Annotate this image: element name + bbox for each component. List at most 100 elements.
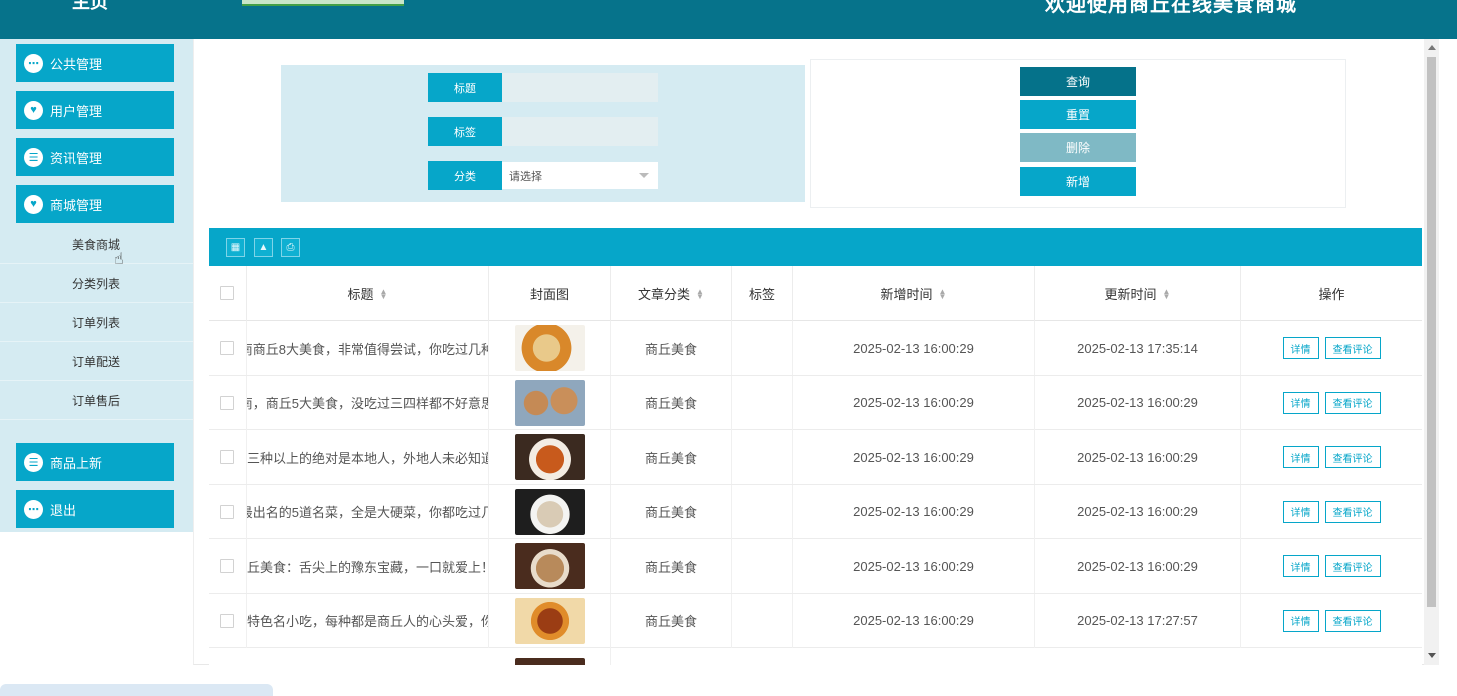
updated-cell: 2025-02-13 17:27:57: [1035, 593, 1241, 648]
header-tag: 标签: [732, 266, 793, 321]
menu-logout[interactable]: ⋯ 退出: [16, 490, 174, 528]
select-all-checkbox[interactable]: [220, 286, 234, 300]
select-cell: [209, 321, 247, 375]
menu-label: 退出: [50, 502, 77, 518]
category-placeholder: 请选择: [509, 170, 542, 183]
title-input[interactable]: [502, 73, 658, 102]
submenu-category-list[interactable]: 分类列表: [0, 265, 193, 303]
header-created[interactable]: 新增时间 ▲ ▼: [793, 266, 1035, 321]
cover-cell: [489, 539, 611, 593]
tag-cell: [732, 321, 793, 375]
tag-label: 标签: [428, 117, 502, 146]
row-checkbox[interactable]: [220, 450, 234, 464]
cover-image: [514, 543, 585, 589]
ops-cell: 详情 查看评论: [1241, 430, 1422, 484]
menu-new-products[interactable]: ☰ 商品上新: [16, 443, 174, 481]
row-checkbox[interactable]: [220, 613, 234, 628]
header-category[interactable]: 文章分类 ▲ ▼: [611, 266, 732, 321]
menu-news-management[interactable]: ☰ 资讯管理: [16, 138, 174, 176]
updated-cell: 2025-02-13 16:00:29: [1035, 484, 1241, 539]
menu-user-management[interactable]: ♥ 用户管理: [16, 91, 174, 129]
created-cell: 2025-02-13 16:00:29: [793, 375, 1035, 430]
detail-button[interactable]: 详情: [1282, 337, 1319, 359]
category-cell: 商丘美食: [611, 430, 732, 484]
heart-icon: ♥: [24, 194, 43, 214]
select-cell: [209, 539, 247, 593]
article-title[interactable]: 河南商丘8大美食，非常值得尝试，你吃过几种: [247, 339, 488, 358]
row-checkbox[interactable]: [220, 504, 234, 519]
article-title[interactable]: 商丘最出名的5道名菜，全是大硬菜，你都吃过几: [247, 502, 488, 521]
category-cell: 商丘美食: [611, 321, 732, 375]
chat-bubble-icon: ⋯: [24, 53, 43, 73]
menu-label: 商城管理: [50, 197, 103, 213]
menu-mall-management[interactable]: ♥ 商城管理: [16, 185, 174, 223]
cover-image: [514, 325, 585, 371]
export-icon[interactable]: ▲: [254, 238, 273, 257]
chat-bubble-icon: ⋯: [24, 499, 43, 519]
cover-cell: [489, 484, 611, 539]
home-link[interactable]: 主页: [72, 0, 108, 14]
row-checkbox[interactable]: [220, 559, 234, 573]
delete-button[interactable]: 删除: [1020, 133, 1136, 162]
submenu-food-mall[interactable]: 美食商城: [0, 226, 193, 264]
scroll-thumb[interactable]: [1427, 57, 1436, 607]
row-checkbox[interactable]: [220, 395, 234, 410]
view-comments-button[interactable]: 查看评论: [1324, 446, 1381, 468]
view-comments-button[interactable]: 查看评论: [1324, 555, 1381, 577]
table-row: [209, 648, 1422, 665]
article-title[interactable]: 河南，商丘5大美食，没吃过三四样都不好意思: [247, 393, 488, 412]
scroll-down-icon[interactable]: [1428, 653, 1436, 658]
submenu-order-list[interactable]: 订单列表: [0, 304, 193, 342]
header-updated[interactable]: 更新时间 ▲ ▼: [1035, 266, 1241, 321]
submenu-order-delivery[interactable]: 订单配送: [0, 343, 193, 381]
menu-label: 公共管理: [50, 56, 103, 72]
menu-label: 用户管理: [50, 103, 103, 119]
tag-cell: [732, 539, 793, 593]
query-button[interactable]: 查询: [1020, 67, 1136, 96]
header-tab-strip: [242, 0, 404, 6]
columns-icon[interactable]: ▦: [226, 238, 245, 257]
scroll-up-icon[interactable]: [1428, 45, 1436, 50]
created-cell: 2025-02-13 16:00:29: [793, 321, 1035, 375]
detail-button[interactable]: 详情: [1282, 500, 1319, 523]
ops-cell: 详情 查看评论: [1241, 321, 1422, 375]
ops-cell: 详情 查看评论: [1241, 376, 1422, 430]
cover-cell: [489, 375, 611, 430]
add-button[interactable]: 新增: [1020, 167, 1136, 196]
article-title[interactable]: 十大特色名小吃，每种都是商丘人的心头爱，你: [247, 611, 488, 630]
detail-button[interactable]: 详情: [1282, 555, 1319, 577]
select-cell: [209, 593, 247, 648]
menu-public-management[interactable]: ⋯ 公共管理: [16, 44, 174, 82]
article-title[interactable]: 商丘美食：舌尖上的豫东宝藏，一口就爱上！: [247, 557, 488, 576]
heart-icon: ♥: [24, 100, 43, 120]
category-select[interactable]: 请选择: [502, 162, 658, 189]
detail-button[interactable]: 详情: [1282, 446, 1319, 468]
category-cell: 商丘美食: [611, 484, 732, 539]
category-cell: 商丘美食: [611, 375, 732, 430]
tag-input[interactable]: [502, 117, 658, 146]
created-cell: 2025-02-13 16:00:29: [793, 593, 1035, 648]
reset-button[interactable]: 重置: [1020, 100, 1136, 129]
page-scrollbar[interactable]: [1424, 39, 1439, 665]
updated-cell: 2025-02-13 16:00:29: [1035, 430, 1241, 484]
updated-cell: 2025-02-13 16:00:29: [1035, 375, 1241, 430]
cover-cell: [489, 593, 611, 648]
view-comments-button[interactable]: 查看评论: [1324, 500, 1381, 523]
tag-cell: [732, 593, 793, 648]
select-cell: [209, 484, 247, 539]
detail-button[interactable]: 详情: [1282, 391, 1319, 414]
title-cell: 吃过三种以上的绝对是本地人，外地人未必知道: [247, 430, 489, 484]
print-icon[interactable]: ⎙: [281, 238, 300, 257]
view-comments-button[interactable]: 查看评论: [1324, 391, 1381, 414]
submenu-after-sales[interactable]: 订单售后: [0, 382, 193, 420]
table-row: 十大特色名小吃，每种都是商丘人的心头爱，你 商丘美食 2025-02-13 16:0…: [209, 593, 1422, 648]
table-row: 河南，商丘5大美食，没吃过三四样都不好意思 商丘美食 2025-02-13 16:0…: [209, 375, 1422, 430]
title-cell: 商丘最出名的5道名菜，全是大硬菜，你都吃过几: [247, 484, 489, 539]
header-title[interactable]: 标题 ▲ ▼: [247, 266, 489, 321]
view-comments-button[interactable]: 查看评论: [1324, 337, 1381, 359]
cover-image: [514, 488, 585, 535]
detail-button[interactable]: 详情: [1282, 609, 1319, 632]
view-comments-button[interactable]: 查看评论: [1324, 609, 1381, 632]
article-title[interactable]: 吃过三种以上的绝对是本地人，外地人未必知道: [247, 448, 488, 467]
row-checkbox[interactable]: [220, 341, 234, 355]
